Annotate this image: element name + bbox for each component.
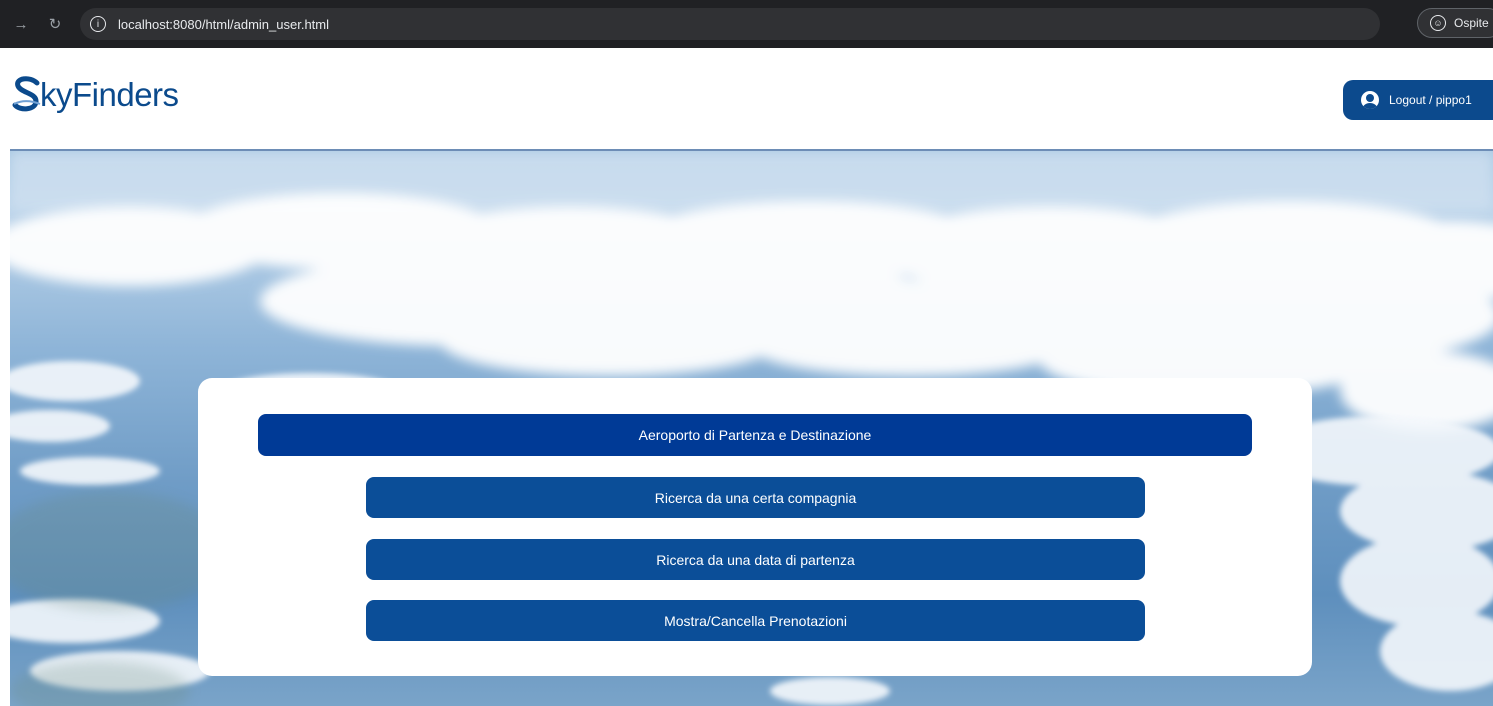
info-icon[interactable]: i — [90, 16, 106, 32]
show-cancel-bookings-label: Mostra/Cancella Prenotazioni — [664, 612, 847, 629]
departure-destination-label: Aeroporto di Partenza e Destinazione — [638, 427, 872, 443]
forward-arrow-icon[interactable]: → — [8, 11, 34, 37]
user-icon — [1361, 91, 1379, 109]
search-by-date-button[interactable]: Ricerca da una data di partenza — [366, 539, 1145, 580]
site-header: kyFinders Logout / pippo1 — [0, 48, 1493, 148]
menu-panel: Aeroporto di Partenza e Destinazione Ric… — [198, 378, 1312, 676]
reload-icon[interactable]: ↻ — [42, 11, 68, 37]
profile-button[interactable]: ☺ Ospite — [1417, 8, 1493, 38]
search-by-company-label: Ricerca da una certa compagnia — [654, 489, 857, 506]
logout-button[interactable]: Logout / pippo1 — [1343, 80, 1493, 120]
logo-text: kyFinders — [40, 76, 179, 113]
profile-icon: ☺ — [1430, 15, 1446, 31]
profile-label: Ospite — [1454, 16, 1489, 30]
address-bar[interactable]: i localhost:8080/html/admin_user.html — [80, 8, 1380, 40]
logo-s-icon — [12, 76, 41, 112]
url-text: localhost:8080/html/admin_user.html — [118, 16, 330, 32]
search-by-date-label: Ricerca da una data di partenza — [656, 551, 855, 568]
show-cancel-bookings-button[interactable]: Mostra/Cancella Prenotazioni — [366, 600, 1145, 641]
logout-label: Logout / pippo1 — [1389, 93, 1472, 107]
search-by-company-button[interactable]: Ricerca da una certa compagnia — [366, 477, 1145, 518]
logo[interactable]: kyFinders — [12, 74, 179, 114]
departure-destination-button[interactable]: Aeroporto di Partenza e Destinazione — [258, 414, 1252, 456]
browser-toolbar: → ↻ i localhost:8080/html/admin_user.htm… — [0, 0, 1493, 48]
